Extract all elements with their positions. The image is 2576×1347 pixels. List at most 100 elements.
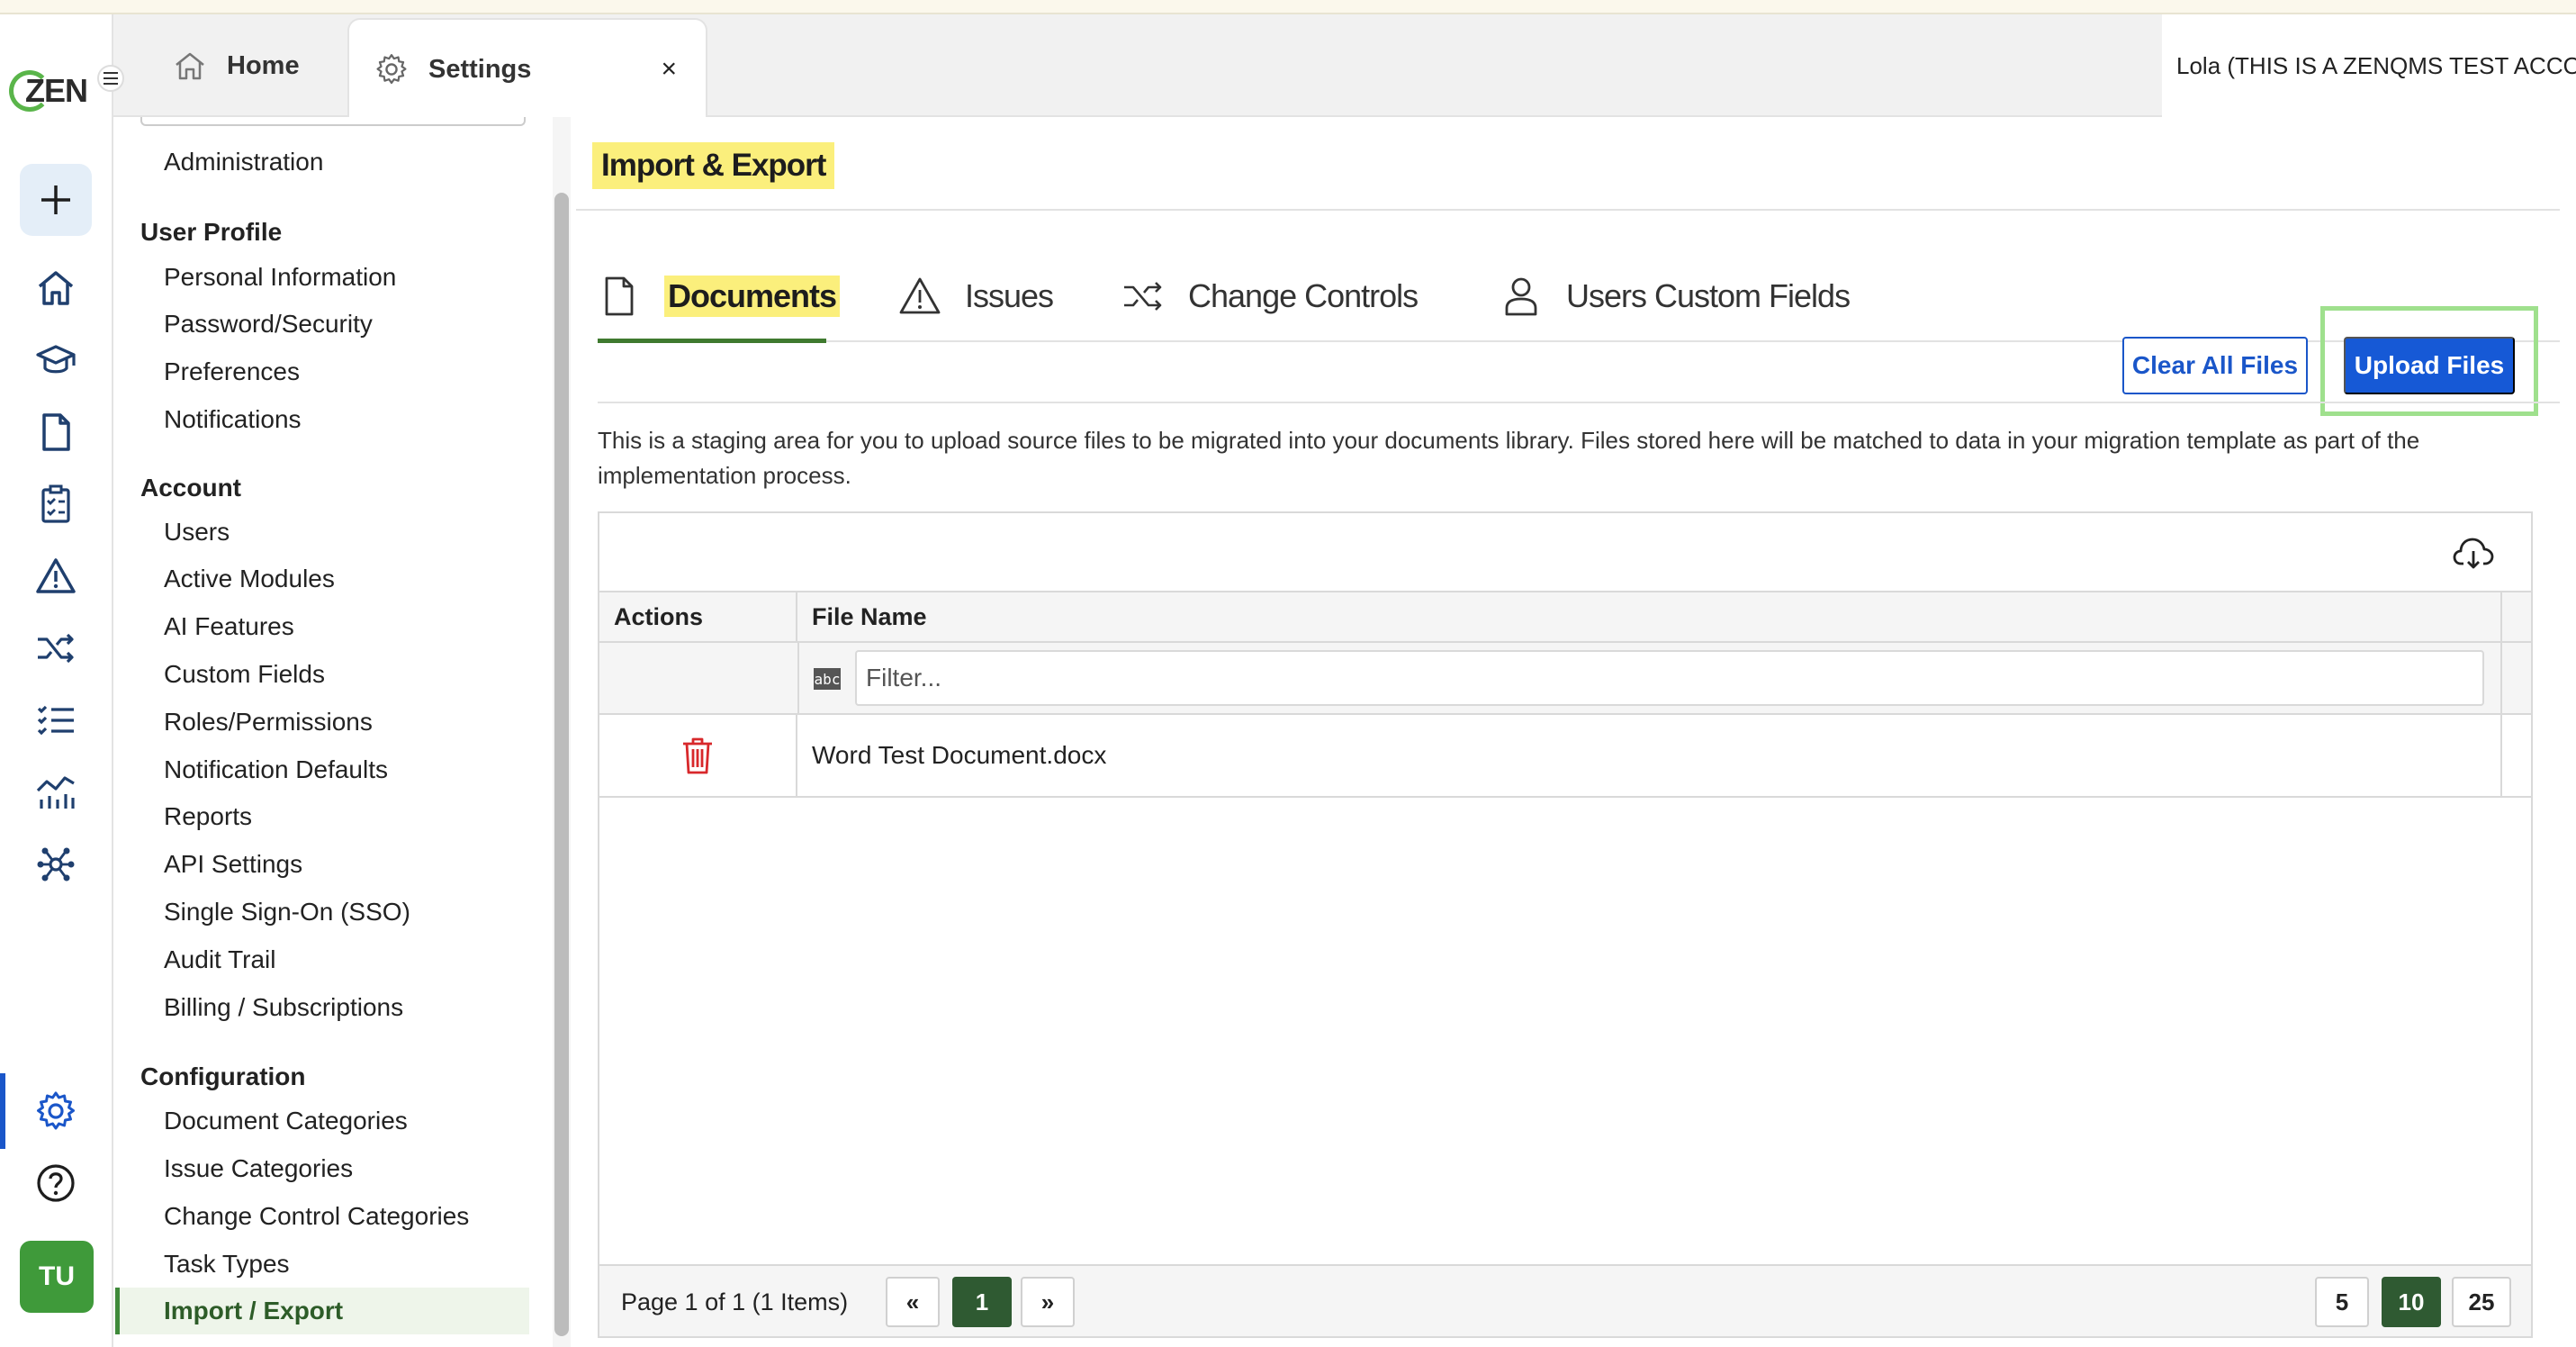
rail-help[interactable] bbox=[29, 1156, 83, 1210]
grid-pager: Page 1 of 1 (1 Items) « 1 » 5 10 25 bbox=[599, 1264, 2531, 1336]
page-size-10[interactable]: 10 bbox=[2382, 1277, 2441, 1327]
nav-section-configuration: Configuration bbox=[140, 1062, 306, 1090]
pager-info: Page 1 of 1 (1 Items) bbox=[621, 1288, 849, 1315]
nav-item-task-types[interactable]: Task Types bbox=[164, 1250, 290, 1279]
nav-item-roles-permissions[interactable]: Roles/Permissions bbox=[164, 708, 373, 737]
icon-rail: ZEN TU bbox=[0, 14, 113, 1347]
main-content: Import & Export Documents Issues Change … bbox=[576, 117, 2576, 1347]
title-divider bbox=[576, 209, 2560, 211]
rail-issues[interactable] bbox=[29, 549, 83, 603]
nav-item-audit-trail[interactable]: Audit Trail bbox=[164, 945, 276, 974]
import-export-tabs: Documents Issues Change Controls Users C… bbox=[598, 252, 2560, 343]
user-avatar[interactable]: TU bbox=[20, 1241, 94, 1313]
rail-checklist[interactable] bbox=[29, 477, 83, 531]
tab-change-controls[interactable]: Change Controls bbox=[1121, 252, 1419, 340]
cloud-download-icon[interactable] bbox=[2452, 531, 2495, 574]
nav-item-administration[interactable]: Administration bbox=[164, 148, 323, 176]
nav-item-sso[interactable]: Single Sign-On (SSO) bbox=[164, 898, 410, 927]
hamburger-icon bbox=[104, 72, 118, 85]
file-name-filter-input[interactable] bbox=[855, 650, 2484, 706]
nav-item-import-export[interactable]: Import / Export bbox=[115, 1288, 529, 1334]
rail-settings[interactable] bbox=[29, 1084, 83, 1138]
tab-issues-label: Issues bbox=[965, 277, 1054, 314]
tab-documents-label: Documents bbox=[664, 276, 841, 317]
nav-item-change-control-categories[interactable]: Change Control Categories bbox=[164, 1202, 469, 1231]
tasks-icon bbox=[37, 705, 74, 736]
checklist-icon bbox=[41, 484, 70, 523]
grid-toolbar bbox=[599, 513, 2531, 592]
pager-prev-button[interactable]: « bbox=[886, 1277, 940, 1327]
upload-files-button[interactable]: Upload Files bbox=[2344, 337, 2515, 394]
account-label[interactable]: Lola (THIS IS A ZENQMS TEST ACCOUNT) bbox=[2162, 14, 2576, 117]
gear-icon bbox=[37, 1091, 75, 1130]
tab-settings-label: Settings bbox=[428, 54, 532, 84]
active-tab-underline bbox=[598, 339, 826, 343]
create-new-button[interactable] bbox=[20, 164, 92, 236]
pager-next-button[interactable]: » bbox=[1021, 1277, 1075, 1327]
rail-network[interactable] bbox=[29, 837, 83, 891]
collapse-sidebar-button[interactable] bbox=[97, 65, 124, 92]
nav-item-reports[interactable]: Reports bbox=[164, 802, 252, 831]
page-size-25[interactable]: 25 bbox=[2452, 1277, 2511, 1327]
nav-item-document-categories[interactable]: Document Categories bbox=[164, 1107, 408, 1135]
document-icon bbox=[42, 413, 70, 451]
files-grid: Actions File Name abc Word Test Document… bbox=[598, 511, 2533, 1338]
browser-top-strip bbox=[0, 0, 2576, 14]
nav-item-notifications[interactable]: Notifications bbox=[164, 405, 302, 434]
text-filter-icon[interactable]: abc bbox=[814, 668, 841, 690]
issue-icon bbox=[899, 277, 941, 314]
rail-analytics[interactable] bbox=[29, 765, 83, 819]
grid-header-row: Actions File Name bbox=[599, 592, 2531, 643]
tab-users-custom-fields[interactable]: Users Custom Fields bbox=[1500, 252, 1851, 340]
rail-change-controls[interactable] bbox=[29, 621, 83, 675]
nav-item-billing[interactable]: Billing / Subscriptions bbox=[164, 993, 403, 1022]
rail-documents[interactable] bbox=[29, 405, 83, 459]
trash-icon[interactable] bbox=[680, 736, 716, 775]
nav-section-user-profile: User Profile bbox=[140, 218, 283, 246]
rail-tasks[interactable] bbox=[29, 693, 83, 747]
plus-icon bbox=[41, 185, 70, 214]
close-tab-icon[interactable]: × bbox=[661, 54, 677, 85]
tab-documents[interactable]: Documents bbox=[598, 252, 841, 340]
nav-item-password-security[interactable]: Password/Security bbox=[164, 310, 373, 339]
rail-home[interactable] bbox=[29, 261, 83, 315]
page-size-5[interactable]: 5 bbox=[2315, 1277, 2369, 1327]
tab-change-controls-label: Change Controls bbox=[1188, 277, 1419, 314]
nav-scrollbar-thumb[interactable] bbox=[554, 193, 569, 1336]
rail-training[interactable] bbox=[29, 333, 83, 387]
avatar-initials: TU bbox=[39, 1261, 75, 1291]
nav-item-users[interactable]: Users bbox=[164, 518, 230, 547]
tab-home[interactable]: Home bbox=[173, 14, 300, 117]
nav-item-personal-information[interactable]: Personal Information bbox=[164, 263, 396, 292]
nav-scrollbar[interactable] bbox=[553, 117, 571, 1347]
staging-description: This is a staging area for you to upload… bbox=[598, 427, 2420, 489]
tab-issues[interactable]: Issues bbox=[898, 252, 1054, 340]
nav-item-active-modules[interactable]: Active Modules bbox=[164, 565, 335, 593]
page-title: Import & Export bbox=[592, 142, 835, 189]
app-tab-bar: Home Settings × Lola (THIS IS A ZENQMS T… bbox=[113, 14, 2576, 119]
analytics-icon bbox=[36, 776, 75, 809]
logo-text: ZEN bbox=[25, 72, 88, 109]
column-header-file-name[interactable]: File Name bbox=[797, 592, 2502, 641]
nav-item-issue-categories[interactable]: Issue Categories bbox=[164, 1154, 353, 1183]
help-icon bbox=[37, 1164, 75, 1202]
nav-item-ai-features[interactable]: AI Features bbox=[164, 612, 294, 641]
nav-item-api-settings[interactable]: API Settings bbox=[164, 850, 302, 879]
tab-settings[interactable]: Settings × bbox=[347, 18, 707, 119]
zen-logo[interactable]: ZEN bbox=[9, 50, 88, 131]
nav-item-custom-fields[interactable]: Custom Fields bbox=[164, 660, 325, 689]
change-control-icon bbox=[1124, 282, 1162, 311]
settings-nav: Administration User Profile Personal Inf… bbox=[115, 117, 556, 1347]
document-icon bbox=[605, 276, 634, 316]
user-icon bbox=[1505, 277, 1537, 316]
clear-all-files-button[interactable]: Clear All Files bbox=[2122, 337, 2308, 394]
gear-icon bbox=[376, 54, 407, 85]
file-name-cell[interactable]: Word Test Document.docx bbox=[797, 715, 2502, 796]
table-row: Word Test Document.docx bbox=[599, 715, 2531, 798]
file-name-filter-cell: abc bbox=[797, 643, 2502, 713]
nav-search-input-edge[interactable] bbox=[140, 117, 526, 126]
pager-page-1[interactable]: 1 bbox=[952, 1277, 1012, 1327]
column-header-actions[interactable]: Actions bbox=[599, 592, 797, 641]
nav-item-notification-defaults[interactable]: Notification Defaults bbox=[164, 755, 388, 784]
nav-item-preferences[interactable]: Preferences bbox=[164, 357, 300, 386]
